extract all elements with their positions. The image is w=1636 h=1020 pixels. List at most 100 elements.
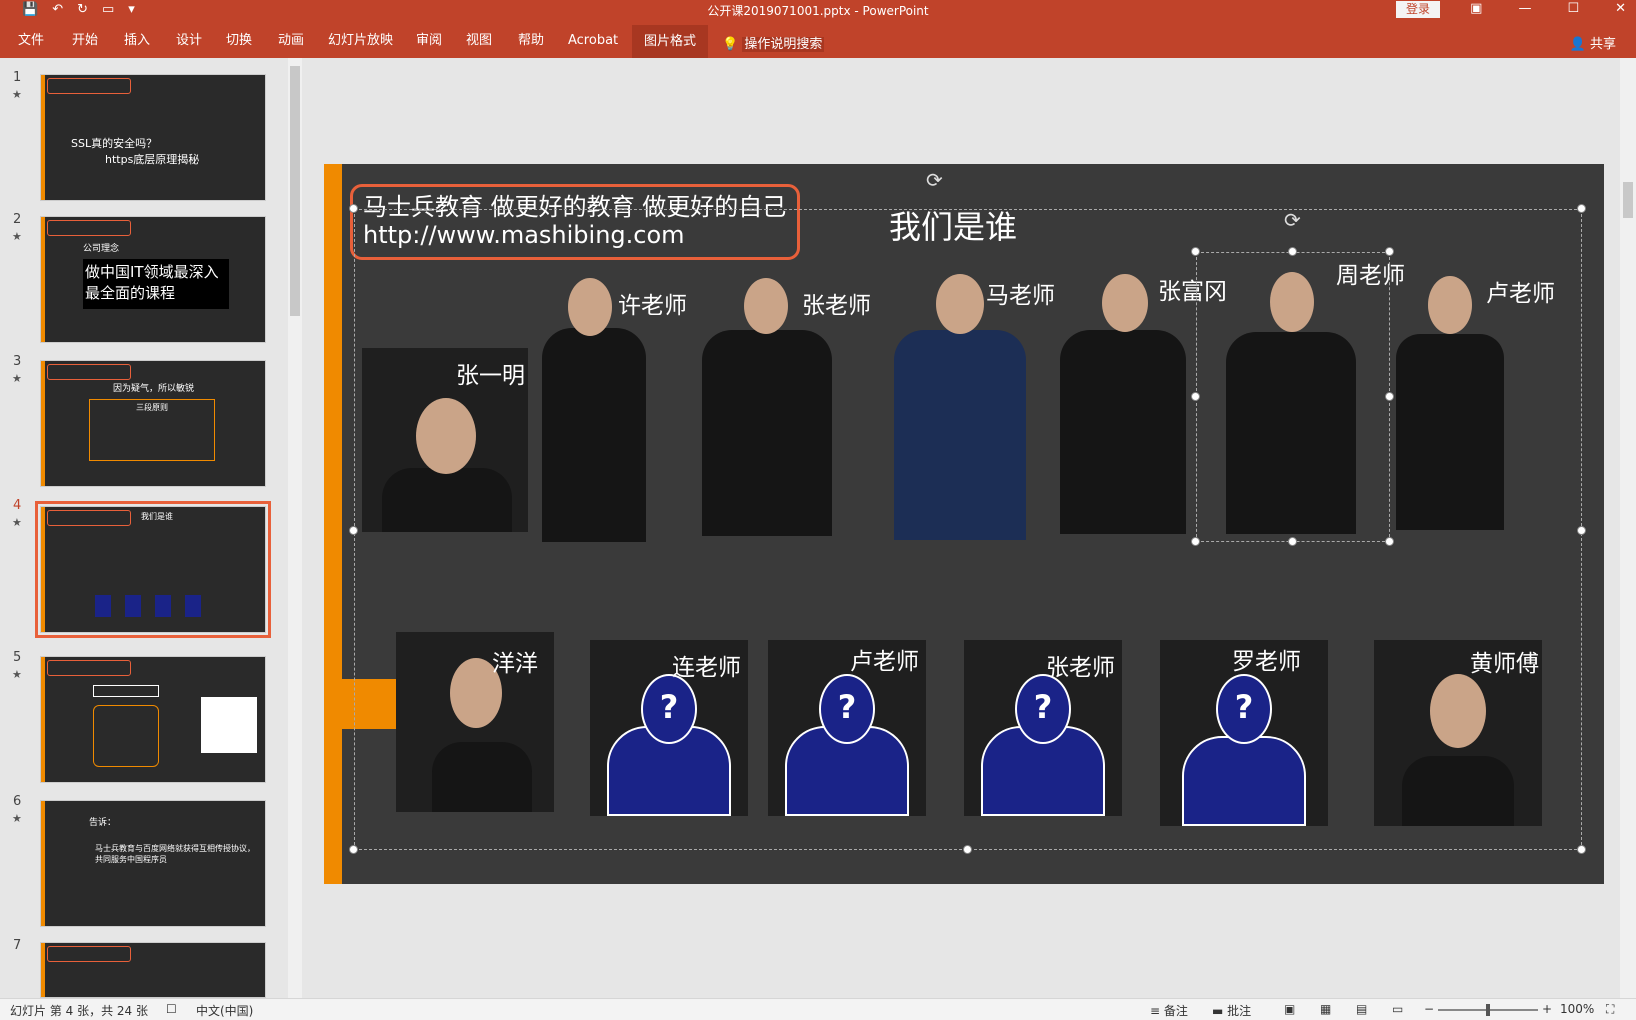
picture-selection-frame xyxy=(1196,252,1390,542)
thumb-text: 我们是谁 xyxy=(141,512,173,521)
thumb-text: 三段原则 xyxy=(89,399,215,461)
resize-handle[interactable] xyxy=(1191,392,1200,401)
thumb-number: 5 xyxy=(13,650,22,665)
notes-label: 备注 xyxy=(1163,1004,1188,1018)
thumb-text: 因为疑气，所以敏锐 xyxy=(113,384,195,394)
tab-design[interactable]: 设计 xyxy=(176,31,202,51)
fit-to-window-icon[interactable]: ⛶ xyxy=(1606,1002,1614,1017)
thumb-number: 3 xyxy=(13,354,22,369)
zoom-slider[interactable] xyxy=(1438,1004,1538,1016)
zoom-slider-knob[interactable] xyxy=(1486,1004,1490,1016)
status-bar: 幻灯片 第 4 张，共 24 张 ☐ 中文(中国) ≡ 备注 ▬ 批注 ▣ ▦ … xyxy=(0,998,1636,1020)
thumb-text: 做中国IT领域最深入最全面的课程 xyxy=(83,259,229,309)
window-controls: ▣ — ☐ ✕ xyxy=(1470,1,1626,16)
tell-me-label: 操作说明搜索 xyxy=(742,37,825,52)
orange-accent-bar xyxy=(324,164,342,884)
thumb-number: 2 xyxy=(13,212,22,227)
slide-scrollbar[interactable] xyxy=(1620,58,1636,998)
language-indicator[interactable]: 中文(中国) xyxy=(196,1002,253,1019)
slide-thumbnails-pane: 1 ★ SSL真的安全吗？ https底层原理揭秘 2 ★ 公司理念 做中国IT… xyxy=(0,58,290,998)
animation-star-icon: ★ xyxy=(12,372,22,385)
resize-handle[interactable] xyxy=(1385,247,1394,256)
group-selection-frame xyxy=(354,209,1582,850)
maximize-icon[interactable]: ☐ xyxy=(1567,1,1579,16)
animation-star-icon: ★ xyxy=(12,230,22,243)
slide-counter: 幻灯片 第 4 张，共 24 张 xyxy=(10,1004,148,1018)
resize-handle[interactable] xyxy=(963,845,972,854)
rotate-handle-icon[interactable]: ⟳ xyxy=(926,168,943,192)
thumb-number: 6 xyxy=(13,794,22,809)
current-slide[interactable]: 马士兵教育 做更好的教育 做更好的自己 http://www.mashibing… xyxy=(324,164,1604,884)
share-button[interactable]: 👤 共享 xyxy=(1570,33,1616,52)
animation-star-icon: ★ xyxy=(12,516,22,529)
resize-handle[interactable] xyxy=(1191,537,1200,546)
slideshow-view-icon[interactable]: ▭ xyxy=(1392,1002,1403,1016)
tell-me-search[interactable]: 💡 操作说明搜索 xyxy=(722,33,825,52)
resize-handle[interactable] xyxy=(1288,247,1297,256)
document-title: 公开课2019071001.pptx - PowerPoint xyxy=(707,4,929,18)
comments-label: 批注 xyxy=(1227,1004,1252,1018)
tab-view[interactable]: 视图 xyxy=(466,31,492,51)
thumb-text: 马士兵教育与百度网络就获得互相传授协议，共同服务中国程序员 xyxy=(95,844,255,864)
resize-handle[interactable] xyxy=(1191,247,1200,256)
zoom-level[interactable]: 100% xyxy=(1560,1002,1594,1016)
slide-sorter-icon[interactable]: ▦ xyxy=(1320,1002,1331,1016)
resize-handle[interactable] xyxy=(1577,204,1586,213)
resize-handle[interactable] xyxy=(1577,845,1586,854)
zoom-out-icon[interactable]: − xyxy=(1424,1002,1434,1016)
spelling-check-icon[interactable]: ☐ xyxy=(166,1002,177,1016)
scrollbar-thumb[interactable] xyxy=(290,66,300,316)
thumbnail-slide-4[interactable]: 我们是谁 xyxy=(35,501,271,638)
minimize-icon[interactable]: — xyxy=(1518,1,1531,16)
zoom-in-icon[interactable]: + xyxy=(1542,1002,1552,1016)
thumb-number: 1 xyxy=(13,70,22,85)
thumbnail-slide-1[interactable]: SSL真的安全吗？ https底层原理揭秘 xyxy=(40,74,266,201)
resize-handle[interactable] xyxy=(349,204,358,213)
tab-transitions[interactable]: 切换 xyxy=(226,31,252,51)
rotate-handle-icon[interactable]: ⟳ xyxy=(1284,208,1301,232)
reading-view-icon[interactable]: ▤ xyxy=(1356,1002,1367,1016)
thumbnails-scrollbar[interactable] xyxy=(288,58,302,998)
normal-view-icon[interactable]: ▣ xyxy=(1284,1002,1295,1016)
thumb-text: 告诉： xyxy=(89,818,117,828)
notes-button[interactable]: ≡ 备注 xyxy=(1150,1002,1188,1019)
thumb-text: 公司理念 xyxy=(83,244,120,254)
resize-handle[interactable] xyxy=(1288,537,1297,546)
resize-handle[interactable] xyxy=(349,845,358,854)
tab-insert[interactable]: 插入 xyxy=(124,31,150,51)
tab-slideshow[interactable]: 幻灯片放映 xyxy=(328,31,393,51)
tab-help[interactable]: 帮助 xyxy=(518,31,544,51)
login-button[interactable]: 登录 xyxy=(1396,1,1441,18)
resize-handle[interactable] xyxy=(1577,526,1586,535)
animation-star-icon: ★ xyxy=(12,668,22,681)
animation-star-icon: ★ xyxy=(12,88,22,101)
resize-handle[interactable] xyxy=(1385,537,1394,546)
resize-handle[interactable] xyxy=(349,526,358,535)
thumbnail-slide-5[interactable] xyxy=(40,656,266,783)
share-label: 共享 xyxy=(1589,37,1616,52)
thumb-number: 7 xyxy=(13,938,22,953)
title-bar: 💾 ↶ ↻ ▭ ▾ 公开课2019071001.pptx - PowerPoin… xyxy=(0,0,1636,20)
ribbon-display-icon[interactable]: ▣ xyxy=(1470,1,1482,16)
thumbnail-slide-2[interactable]: 公司理念 做中国IT领域最深入最全面的课程 xyxy=(40,216,266,343)
tab-review[interactable]: 审阅 xyxy=(416,31,442,51)
tab-home[interactable]: 开始 xyxy=(72,31,98,51)
comments-button[interactable]: ▬ 批注 xyxy=(1212,1002,1251,1019)
tab-animations[interactable]: 动画 xyxy=(278,31,304,51)
resize-handle[interactable] xyxy=(1385,392,1394,401)
scrollbar-thumb[interactable] xyxy=(1623,182,1633,218)
thumb-text: https底层原理揭秘 xyxy=(105,153,200,166)
close-icon[interactable]: ✕ xyxy=(1615,1,1626,16)
animation-star-icon: ★ xyxy=(12,812,22,825)
thumb-number: 4 xyxy=(13,498,22,513)
thumb-text: SSL真的安全吗？ xyxy=(71,137,158,150)
thumbnail-slide-3[interactable]: 因为疑气，所以敏锐 三段原则 xyxy=(40,360,266,487)
tab-file[interactable]: 文件 xyxy=(18,31,44,51)
person-icon: 👤 xyxy=(1569,37,1586,52)
thumbnail-slide-6[interactable]: 告诉： 马士兵教育与百度网络就获得互相传授协议，共同服务中国程序员 xyxy=(40,800,266,927)
lightbulb-icon: 💡 xyxy=(722,37,739,52)
tab-picture-format[interactable]: 图片格式 xyxy=(632,25,709,58)
thumbnail-slide-7[interactable] xyxy=(40,942,266,998)
ribbon-tabs: 文件 开始 插入 设计 切换 动画 幻灯片放映 审阅 视图 帮助 Acrobat… xyxy=(0,20,1636,58)
tab-acrobat[interactable]: Acrobat xyxy=(568,31,618,51)
